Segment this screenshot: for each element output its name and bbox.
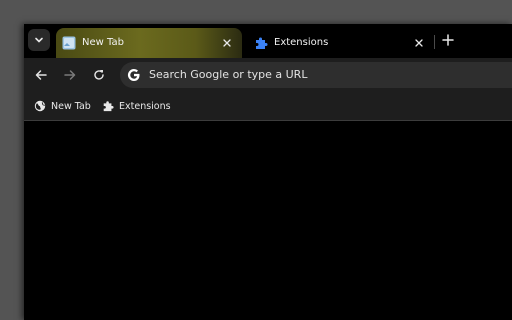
- forward-button[interactable]: [61, 66, 79, 84]
- omnibox[interactable]: Search Google or type a URL: [120, 62, 512, 88]
- tab-strip: New Tab Extensions: [24, 24, 512, 58]
- bookmark-label: Extensions: [119, 100, 171, 112]
- back-arrow-icon: [35, 70, 47, 80]
- bookmark-extensions[interactable]: Extensions: [102, 98, 171, 114]
- new-tab-button[interactable]: [438, 30, 458, 50]
- back-button[interactable]: [32, 66, 50, 84]
- omnibox-placeholder: Search Google or type a URL: [149, 68, 308, 81]
- tab-extensions[interactable]: Extensions: [248, 28, 434, 58]
- tab-title: New Tab: [82, 37, 124, 48]
- close-icon[interactable]: [220, 36, 234, 50]
- forward-arrow-icon: [64, 70, 76, 80]
- bookmark-new-tab[interactable]: New Tab: [34, 98, 91, 114]
- globe-icon: [34, 100, 46, 112]
- tab-search-button[interactable]: [28, 29, 50, 51]
- reload-button[interactable]: [90, 66, 108, 84]
- bookmark-label: New Tab: [51, 100, 91, 112]
- google-g-icon: [127, 69, 140, 82]
- chevron-down-icon: [35, 37, 43, 43]
- puzzle-icon: [256, 37, 268, 49]
- plus-icon: [442, 34, 454, 46]
- new-tab-icon: [62, 36, 76, 50]
- bookmarks-bar: New Tab Extensions: [24, 92, 512, 121]
- browser-window: New Tab Extensions Search Google or type…: [24, 24, 512, 320]
- tab-title: Extensions: [274, 37, 329, 48]
- puzzle-icon: [103, 101, 114, 112]
- close-icon[interactable]: [412, 36, 426, 50]
- page-content[interactable]: [24, 121, 512, 320]
- tab-separator: [434, 35, 435, 49]
- tab-new-tab[interactable]: New Tab: [56, 28, 242, 58]
- reload-icon: [94, 70, 104, 80]
- toolbar: Search Google or type a URL: [24, 58, 512, 92]
